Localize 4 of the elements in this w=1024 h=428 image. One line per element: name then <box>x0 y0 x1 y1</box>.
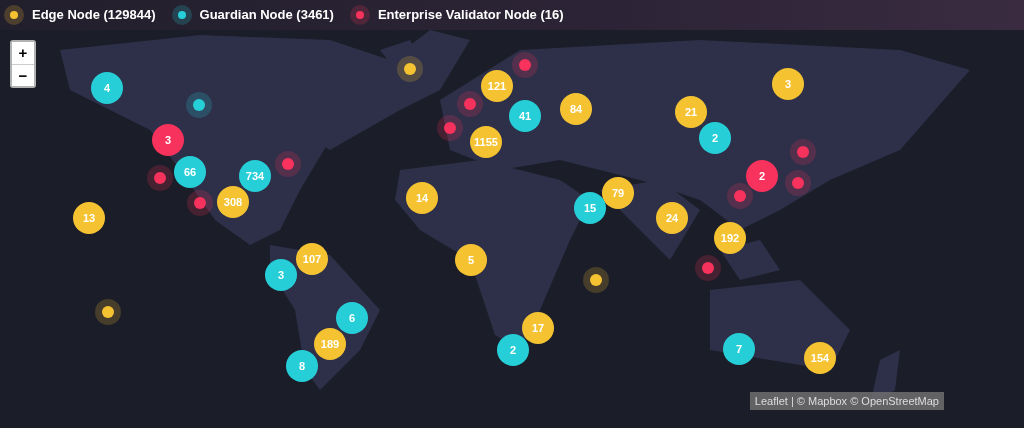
legend-label: Enterprise Validator Node (16) <box>377 6 564 25</box>
legend-label: Edge Node (129844) <box>32 6 156 25</box>
legend-label: Guardian Node (3461) <box>199 6 334 25</box>
zoom-out-button[interactable]: − <box>12 64 34 86</box>
